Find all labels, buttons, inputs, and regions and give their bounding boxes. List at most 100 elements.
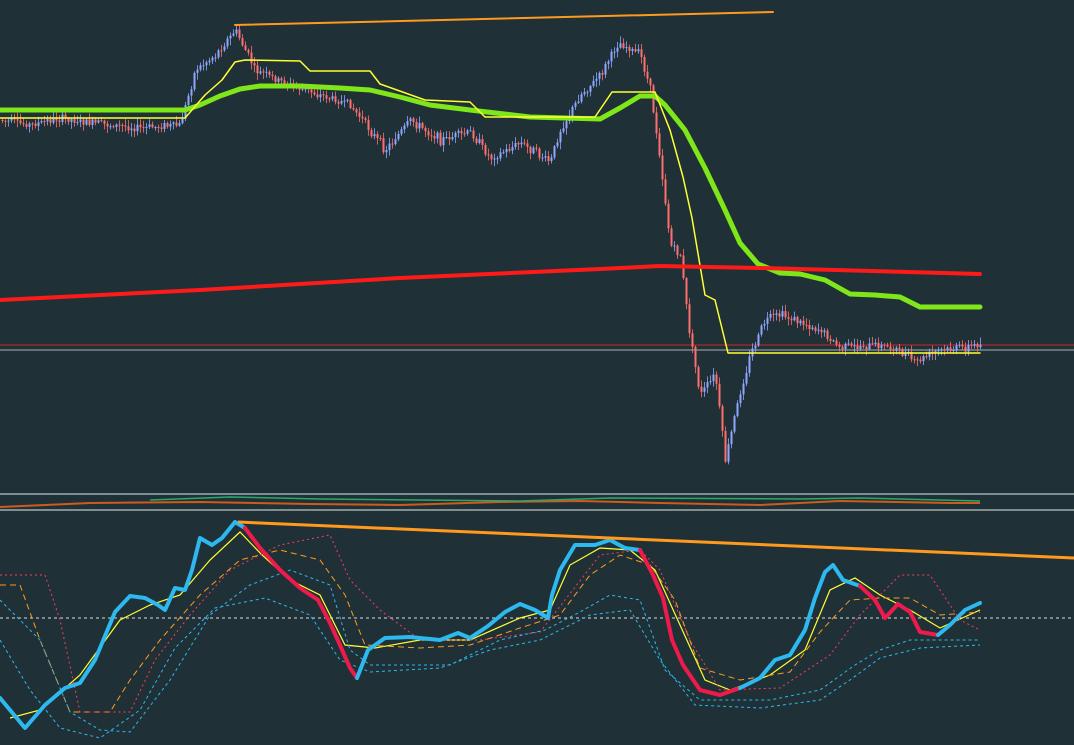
candle-body [247, 49, 250, 53]
candle-body [643, 57, 646, 72]
candle-body [175, 122, 178, 126]
candle-body [574, 102, 577, 107]
candle-body [40, 121, 43, 123]
candle-body [916, 359, 919, 361]
candle-body [268, 71, 271, 75]
candle-body [346, 99, 349, 101]
candle-body [1, 120, 4, 121]
candle-body [220, 50, 223, 52]
candle-body [376, 134, 379, 139]
candle-body [895, 347, 898, 351]
chart-root [0, 0, 1074, 745]
candle-body [256, 65, 259, 74]
candle-body [742, 383, 745, 395]
candle-body [580, 94, 583, 102]
candle-body [787, 317, 790, 319]
candle-body [193, 72, 196, 90]
candle-body [541, 157, 544, 159]
candle-body [886, 345, 889, 347]
candle-body [937, 350, 940, 352]
candle-body [586, 91, 589, 93]
candle-body [349, 99, 352, 109]
candle-body [265, 71, 268, 73]
candle-body [967, 344, 970, 352]
candle-body [37, 122, 40, 127]
candle-body [178, 123, 181, 126]
candle-body [277, 78, 280, 82]
candle-body [328, 98, 331, 100]
candle-body [163, 123, 166, 129]
candle-body [748, 356, 751, 373]
candle-body [457, 130, 460, 133]
candle-body [688, 304, 691, 334]
candle-body [796, 316, 799, 324]
candle-body [340, 101, 343, 104]
candle-body [43, 121, 46, 123]
candle-body [445, 137, 448, 139]
candle-body [232, 33, 235, 36]
candle-body [853, 345, 856, 347]
candle-body [250, 52, 253, 64]
candle-body [913, 359, 916, 361]
candle-body [115, 124, 118, 128]
candle-body [760, 325, 763, 335]
candle-body [229, 35, 232, 39]
candle-body [331, 96, 334, 99]
candle-body [556, 142, 559, 147]
candle-body [106, 123, 109, 127]
candle-body [31, 123, 34, 125]
candle-body [529, 146, 532, 154]
candle-body [316, 94, 319, 98]
candle-body [7, 120, 10, 122]
candle-body [673, 245, 676, 247]
candle-body [811, 327, 814, 330]
candle-body [844, 343, 847, 350]
candle-body [721, 406, 724, 431]
candle-body [418, 123, 421, 129]
candle-body [835, 340, 838, 345]
candle-body [301, 88, 304, 90]
candle-body [58, 120, 61, 123]
candle-body [424, 127, 427, 132]
candle-body [559, 131, 562, 143]
candle-body [481, 139, 484, 145]
candle-body [199, 65, 202, 70]
candle-body [484, 144, 487, 155]
candle-body [85, 119, 88, 125]
candle-body [373, 134, 376, 137]
candle-body [280, 78, 283, 81]
candle-body [130, 128, 133, 131]
candle-body [793, 316, 796, 321]
candle-body [124, 125, 127, 127]
candle-body [637, 49, 640, 52]
candle-body [697, 367, 700, 387]
candle-body [490, 154, 493, 160]
candle-body [544, 156, 547, 158]
candle-body [730, 431, 733, 445]
candle-body [472, 130, 475, 139]
candle-body [127, 126, 130, 131]
candle-body [631, 49, 634, 51]
candle-body [361, 116, 364, 119]
candle-body [370, 130, 373, 137]
candle-body [958, 344, 961, 346]
candle-body [148, 124, 151, 127]
candle-body [409, 118, 412, 122]
candle-body [94, 119, 97, 123]
candle-body [367, 119, 370, 131]
candle-body [625, 47, 628, 49]
candle-body [379, 138, 382, 140]
candle-body [823, 330, 826, 333]
candle-body [550, 157, 553, 161]
candle-body [406, 121, 409, 126]
candle-body [391, 143, 394, 145]
candle-body [772, 314, 775, 316]
candle-body [727, 444, 730, 462]
candle-body [547, 156, 550, 161]
candle-body [469, 130, 472, 132]
candle-body [25, 124, 28, 127]
candle-body [841, 346, 844, 350]
candle-body [382, 138, 385, 153]
candle-body [181, 118, 184, 124]
candle-body [670, 228, 673, 246]
